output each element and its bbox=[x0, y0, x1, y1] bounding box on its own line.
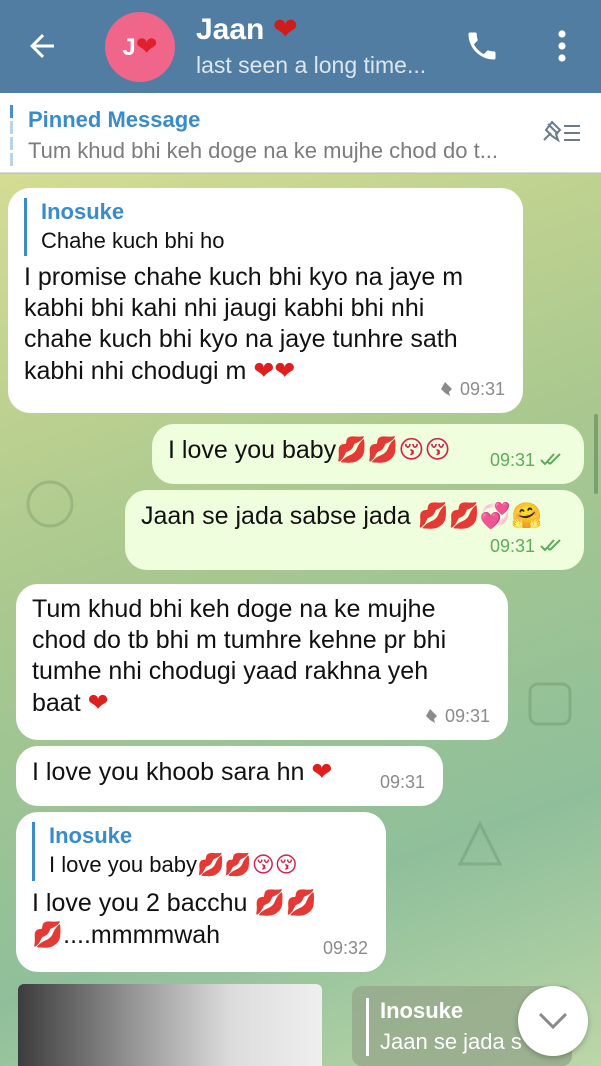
photo-message[interactable] bbox=[18, 984, 322, 1066]
call-icon[interactable] bbox=[464, 28, 500, 64]
message-meta: 09:31 bbox=[490, 531, 566, 562]
message-text: I love you 2 bacchu bbox=[32, 889, 248, 917]
kiss-emoji-icon: 💋💋😚😚 bbox=[336, 435, 451, 464]
reply-text: Chahe kuch bhi ho bbox=[41, 228, 225, 253]
back-arrow-icon[interactable] bbox=[24, 28, 60, 64]
message-time: 09:31 bbox=[379, 772, 425, 792]
message-time: 09:32 bbox=[322, 938, 368, 958]
message-bubble-outgoing[interactable]: I love you baby💋💋😚😚 09:31 bbox=[152, 424, 584, 484]
pin-icon bbox=[423, 709, 437, 723]
message-bubble-incoming[interactable]: I love you khoob sara hn ❤ 09:31 bbox=[16, 746, 443, 806]
message-text: I love you khoob sara hn bbox=[32, 758, 305, 786]
message-text: I love you baby bbox=[168, 436, 337, 464]
doodle-icon bbox=[26, 480, 74, 528]
message-bubble-incoming[interactable]: Tum khud bhi keh doge na ke mujhe chod d… bbox=[16, 584, 508, 740]
message-meta: 09:32 bbox=[323, 933, 368, 964]
reply-quote[interactable]: Inosuke I love you baby💋💋😚😚 bbox=[32, 822, 370, 881]
title-heart-icon: ❤ bbox=[272, 12, 298, 47]
reply-quote[interactable]: Inosuke Chahe kuch bhi ho bbox=[24, 198, 507, 256]
reply-author: Inosuke bbox=[49, 823, 133, 848]
reply-text: I love you baby💋💋😚😚 bbox=[49, 850, 370, 881]
pin-list-icon[interactable] bbox=[538, 118, 582, 148]
chat-header: J❤ Jaan ❤ last seen a long time... bbox=[0, 0, 601, 93]
message-time: 09:31 bbox=[459, 379, 505, 399]
avatar-heart-icon: ❤ bbox=[135, 32, 158, 62]
pin-icon bbox=[438, 382, 452, 396]
more-vert-icon[interactable] bbox=[552, 28, 572, 64]
message-bubble-outgoing[interactable]: Jaan se jada sabse jada 💋💋💞🤗 09:31 bbox=[125, 490, 584, 570]
chat-title[interactable]: Jaan ❤ bbox=[196, 12, 298, 47]
double-check-icon bbox=[540, 453, 561, 466]
pinned-indicator bbox=[10, 105, 13, 166]
scrollbar[interactable] bbox=[594, 414, 598, 494]
scroll-down-button[interactable] bbox=[518, 986, 588, 1056]
heart-emoji-icon: ❤ bbox=[311, 757, 333, 786]
message-time: 09:31 bbox=[444, 706, 490, 726]
pinned-message-bar[interactable]: Pinned Message Tum khud bhi keh doge na … bbox=[0, 93, 601, 173]
message-text-end: ....mmmmwah bbox=[63, 921, 221, 949]
double-check-icon bbox=[540, 539, 561, 552]
reply-indicator bbox=[366, 998, 369, 1056]
kiss-emoji-icon: 💋💋😚😚 bbox=[196, 853, 298, 878]
message-time: 09:31 bbox=[489, 450, 535, 470]
message-text: I promise chahe kuch bhi kyo na jaye m k… bbox=[24, 263, 464, 385]
pinned-title: Pinned Message bbox=[28, 107, 201, 132]
message-text: Jaan se jada sabse jada bbox=[141, 502, 411, 530]
reply-author: Inosuke bbox=[380, 998, 464, 1023]
kiss-emoji-icon: 💋💋💞🤗 bbox=[417, 501, 543, 530]
last-seen-status: last seen a long time... bbox=[196, 52, 427, 78]
message-bubble-incoming[interactable]: Inosuke I love you baby💋💋😚😚 I love you 2… bbox=[16, 812, 386, 972]
avatar-letter: J bbox=[122, 34, 136, 61]
pinned-text: Tum khud bhi keh doge na ke mujhe chod d… bbox=[28, 138, 499, 163]
doodle-icon bbox=[457, 820, 503, 866]
chat-area[interactable]: Inosuke Chahe kuch bhi ho I promise chah… bbox=[0, 174, 601, 1066]
avatar[interactable]: J❤ bbox=[105, 12, 175, 82]
message-bubble-incoming[interactable]: Inosuke Chahe kuch bhi ho I promise chah… bbox=[8, 188, 523, 413]
chat-title-text: Jaan bbox=[196, 13, 265, 46]
heart-emoji-icon: ❤❤ bbox=[253, 356, 296, 385]
chevron-down-icon bbox=[538, 1012, 568, 1030]
reply-author: Inosuke bbox=[41, 199, 125, 224]
reply-text-content: I love you baby bbox=[49, 852, 197, 877]
message-meta: 09:31 bbox=[437, 374, 505, 405]
message-meta: 09:31 bbox=[490, 445, 566, 476]
doodle-icon bbox=[528, 682, 572, 726]
message-time: 09:31 bbox=[489, 536, 535, 556]
heart-emoji-icon: ❤ bbox=[87, 688, 109, 717]
message-meta: 09:31 bbox=[422, 701, 490, 732]
message-meta: 09:31 bbox=[380, 767, 425, 798]
